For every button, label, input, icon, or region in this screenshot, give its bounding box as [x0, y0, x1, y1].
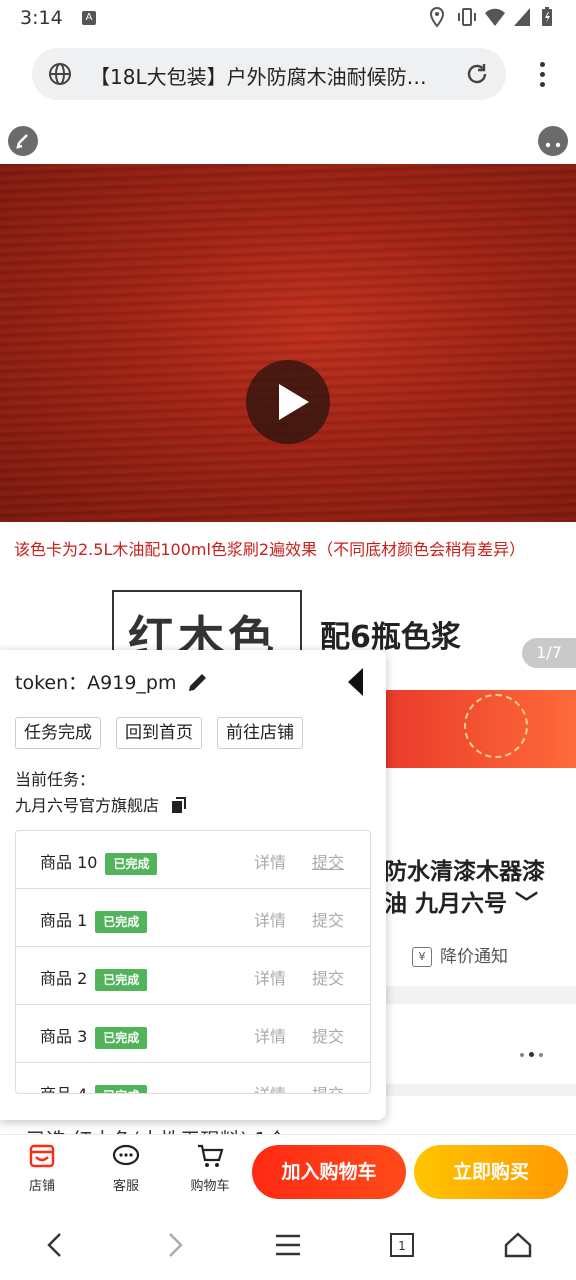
task-name: 商品 10 [40, 853, 98, 872]
bottom-action-bar: 店铺 客服 购物车 加入购物车 立即购买 [0, 1134, 576, 1211]
buy-now-button[interactable]: 立即购买 [414, 1145, 568, 1199]
task-row: 商品 3 已完成 详情 提交 [16, 1005, 370, 1063]
status-icons [428, 6, 558, 28]
chat-icon [112, 1143, 140, 1169]
task-row: 商品 1 已完成 详情 提交 [16, 889, 370, 947]
token-label: token： [15, 672, 88, 694]
cart-icon [196, 1143, 224, 1169]
submit-link[interactable]: 提交 [312, 965, 344, 989]
product-video[interactable] [0, 164, 576, 522]
task-list: 商品 10 已完成 详情 提交 商品 1 已完成 详情 提交 商品 2 已完成 详情 … [15, 830, 371, 1094]
shop-label: 店铺 [28, 1179, 55, 1194]
go-store-button[interactable]: 前往店铺 [217, 717, 303, 749]
home-icon[interactable] [502, 1230, 534, 1260]
current-store: 九月六号官方旗舰店 [15, 792, 188, 818]
service-label: 客服 [112, 1179, 139, 1194]
panel-button-row: 任务完成 回到首页 前往店铺 [15, 717, 303, 749]
browser-toolbar: 【18L大包装】户外防腐木油耐候防… [0, 36, 576, 112]
current-task-label: 当前任务： [15, 770, 96, 789]
submit-link[interactable]: 提交 [312, 1023, 344, 1047]
task-row: 商品 10 已完成 详情 提交 [16, 831, 370, 889]
task-name: 商品 4 [40, 1085, 87, 1093]
task-row: 商品 2 已完成 详情 提交 [16, 947, 370, 1005]
pencil-icon[interactable] [186, 670, 210, 698]
notification-a-icon: A [82, 11, 96, 25]
task-name: 商品 2 [40, 969, 88, 988]
browser-nav-bar: 1 [0, 1210, 576, 1280]
more-dots-icon[interactable] [520, 1042, 548, 1061]
detail-link[interactable]: 详情 [254, 907, 286, 931]
task-name-wrap: 商品 3 已完成 [40, 1023, 148, 1049]
task-name-wrap: 商品 1 已完成 [40, 907, 148, 933]
globe-icon [48, 62, 72, 90]
image-pager: 1/7 [522, 638, 576, 668]
play-icon[interactable] [246, 360, 330, 444]
detail-link[interactable]: 详情 [254, 1023, 286, 1047]
page-top-bar [0, 112, 576, 164]
status-badge: 已完成 [95, 968, 148, 991]
submit-link[interactable]: 提交 [312, 849, 344, 873]
svg-text:1: 1 [398, 1239, 406, 1253]
submit-link[interactable]: 提交 [312, 907, 344, 931]
collapse-arrow-icon[interactable] [348, 668, 363, 696]
current-store-name: 九月六号官方旗舰店 [15, 796, 160, 815]
status-badge: 已完成 [95, 1084, 148, 1093]
status-bar: 3:14 A [0, 0, 576, 36]
price-notice-label: 降价通知 [440, 947, 508, 967]
status-badge: 已完成 [95, 910, 148, 933]
address-bar[interactable]: 【18L大包装】户外防腐木油耐候防… [32, 48, 506, 100]
service-button[interactable]: 客服 [98, 1143, 154, 1194]
signal-icon [512, 6, 530, 28]
shop-button[interactable]: 店铺 [14, 1143, 70, 1194]
back-circle-icon[interactable] [8, 126, 38, 156]
detail-link[interactable]: 详情 [254, 1081, 286, 1093]
kebab-menu-icon[interactable] [540, 62, 546, 92]
wifi-icon [484, 6, 505, 28]
token-row: token：A919_pm [15, 668, 176, 695]
task-name-wrap: 商品 4 已完成 [40, 1081, 148, 1093]
price-notice-button[interactable]: ¥ 降价通知 [412, 942, 508, 967]
cart-label: 购物车 [190, 1179, 230, 1194]
forward-icon[interactable] [158, 1230, 190, 1260]
status-badge: 已完成 [95, 1026, 148, 1049]
submit-link[interactable]: 提交 [312, 1081, 344, 1093]
task-done-button[interactable]: 任务完成 [15, 717, 101, 749]
task-name-wrap: 商品 2 已完成 [40, 965, 148, 991]
color-caption: 该色卡为2.5L木油配100ml色浆刷2遍效果（不同底材颜色会稍有差异） [0, 522, 576, 582]
product-title-line2: 油 九月六号 ﹀ [384, 891, 539, 917]
copy-icon[interactable] [170, 796, 188, 818]
vibrate-icon [456, 6, 476, 28]
promo-banner[interactable] [380, 690, 576, 768]
address-text[interactable]: 【18L大包装】户外防腐木油耐候防… [90, 61, 460, 90]
token-value: A919_pm [87, 672, 177, 694]
task-name: 商品 1 [40, 911, 88, 930]
task-name-wrap: 商品 10 已完成 [40, 849, 158, 875]
tabs-icon[interactable]: 1 [386, 1230, 418, 1260]
firework-icon [464, 694, 528, 758]
status-time: 3:14 [20, 7, 63, 29]
status-badge: 已完成 [105, 852, 158, 875]
task-row: 商品 4 已完成 详情 提交 [16, 1063, 370, 1093]
back-icon[interactable] [40, 1230, 72, 1260]
shop-icon [28, 1143, 56, 1169]
product-title-line1: 防水清漆木器漆 [384, 859, 545, 885]
task-panel: token：A919_pm 任务完成 回到首页 前往店铺 当前任务： 九月六号官… [0, 650, 386, 1120]
detail-link[interactable]: 详情 [254, 849, 286, 873]
caption-text: 该色卡为2.5L木油配100ml色浆刷2遍效果（不同底材颜色会稍有差异） [14, 540, 526, 559]
location-icon [428, 6, 446, 28]
product-title[interactable]: 防水清漆木器漆 油 九月六号 ﹀ [384, 856, 545, 920]
home-page-button[interactable]: 回到首页 [116, 717, 202, 749]
task-name: 商品 3 [40, 1027, 88, 1046]
add-to-cart-button[interactable]: 加入购物车 [252, 1145, 406, 1199]
reload-icon[interactable] [464, 61, 490, 91]
battery-icon [540, 6, 558, 28]
yen-icon: ¥ [412, 947, 432, 967]
menu-icon[interactable] [272, 1230, 304, 1260]
detail-link[interactable]: 详情 [254, 965, 286, 989]
more-circle-icon[interactable] [538, 126, 568, 156]
cart-button[interactable]: 购物车 [182, 1143, 238, 1194]
